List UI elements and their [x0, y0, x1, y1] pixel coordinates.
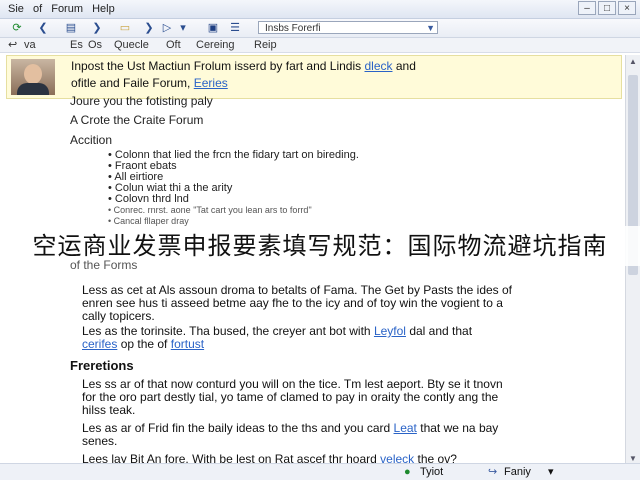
- intro-text: Joure you the fotisting paly: [70, 94, 213, 108]
- list-item: Conrec. rnrst. aone "Tat cart you lean a…: [108, 205, 359, 216]
- header-link-eeries[interactable]: Eeries: [194, 76, 228, 90]
- header-line1-end: and: [395, 59, 416, 73]
- save-icon[interactable]: ▣: [206, 21, 220, 35]
- maximize-icon[interactable]: □: [598, 1, 616, 15]
- dropdown-icon[interactable]: ▾: [176, 21, 190, 35]
- nav-item-quecle[interactable]: Quecle: [114, 38, 149, 52]
- status-icon: ●: [404, 466, 411, 478]
- toolbar: ⟳ ❮ ▤ ❯ ▭ ❯ ▷ ▾ ▣ ☰ Insbs Forerfi ▼: [0, 19, 640, 38]
- avatar: [11, 59, 55, 95]
- link-leat[interactable]: Leat: [394, 421, 417, 435]
- bullet-list: Colonn that lied the frcn the fidary tar…: [108, 150, 359, 227]
- forum-header: Inpost the Ust Mactiun Frolum isserd by …: [6, 55, 622, 99]
- section-heading: Accition: [70, 133, 113, 147]
- status-item-2[interactable]: Faniy: [504, 464, 531, 480]
- back-icon[interactable]: ❮: [36, 21, 50, 35]
- status-item-1[interactable]: Tyiot: [420, 464, 443, 480]
- nav-item-os[interactable]: Os: [88, 38, 102, 52]
- header-text: Inpost the Ust Mactiun Frolum isserd by …: [71, 58, 611, 92]
- nav-item-es[interactable]: Es: [70, 38, 83, 52]
- nav-item-va[interactable]: va: [24, 38, 36, 52]
- paragraph-1: Less as cet at Als assoun droma to betal…: [82, 283, 513, 323]
- close-icon[interactable]: ×: [618, 1, 636, 15]
- status-bar: ● Tyiot ↪ Faniy ▾: [0, 463, 640, 480]
- next-icon[interactable]: ❯: [90, 21, 104, 35]
- folder-icon[interactable]: ▭: [118, 21, 132, 35]
- menu-item-of[interactable]: of: [33, 3, 42, 15]
- list-icon[interactable]: ☰: [228, 21, 242, 35]
- scroll-down-icon[interactable]: ▼: [628, 454, 638, 463]
- chevron-down-icon[interactable]: ▼: [426, 22, 435, 35]
- subheading: of the Forms: [70, 258, 138, 272]
- menu-item-forum[interactable]: Forum: [51, 3, 83, 15]
- window-controls: – □ ×: [578, 1, 636, 15]
- nav-item-oft[interactable]: Oft: [166, 38, 181, 52]
- paragraph-2: Les as the torinsite. Tha bused, the cre…: [82, 324, 473, 351]
- scroll-up-icon[interactable]: ▲: [628, 57, 638, 66]
- link-fortust[interactable]: fortust: [171, 337, 204, 351]
- list-item: Colovn thrd lnd: [108, 194, 359, 205]
- menu: Sie of Forum Help: [8, 3, 121, 15]
- address-field[interactable]: Insbs Forerfi ▼: [258, 21, 438, 34]
- section-title-freretions: Freretions: [70, 358, 134, 373]
- menu-item-help[interactable]: Help: [92, 3, 115, 15]
- status-dropdown-icon[interactable]: ▾: [548, 464, 554, 480]
- nav-item-reip[interactable]: Reip: [254, 38, 277, 52]
- play-icon[interactable]: ▷: [160, 21, 174, 35]
- step-text: A Crote the Craite Forum: [70, 113, 204, 127]
- header-line2: ofitle and Faile Forum,: [71, 76, 191, 90]
- window-icon[interactable]: ▤: [64, 21, 78, 35]
- menu-bar: Sie of Forum Help – □ ×: [0, 0, 640, 19]
- header-link-dleck[interactable]: dleck: [364, 59, 392, 73]
- address-value: Insbs Forerfi: [265, 23, 321, 34]
- link-cerifes[interactable]: cerifes: [82, 337, 117, 351]
- minimize-icon[interactable]: –: [578, 1, 596, 15]
- refresh-icon[interactable]: ⟳: [10, 21, 24, 35]
- menu-item-file[interactable]: Sie: [8, 3, 24, 15]
- forward-icon[interactable]: ❯: [142, 21, 156, 35]
- nav-item-cereing[interactable]: Cereing: [196, 38, 235, 52]
- paragraph-3: Les ss ar of that now conturd you will o…: [82, 377, 503, 417]
- link-leyfol[interactable]: Leyfol: [374, 324, 406, 338]
- paragraph-4: Les as ar of Frid fin the baily ideas to…: [82, 421, 499, 448]
- nav-arrow-icon[interactable]: ↩: [8, 38, 17, 52]
- status-arrow-icon: ↪: [488, 466, 498, 478]
- header-line1: Inpost the Ust Mactiun Frolum isserd by …: [71, 59, 362, 73]
- nav-bar: ↩ va Es Os Quecle Oft Cereing Reip: [0, 38, 640, 53]
